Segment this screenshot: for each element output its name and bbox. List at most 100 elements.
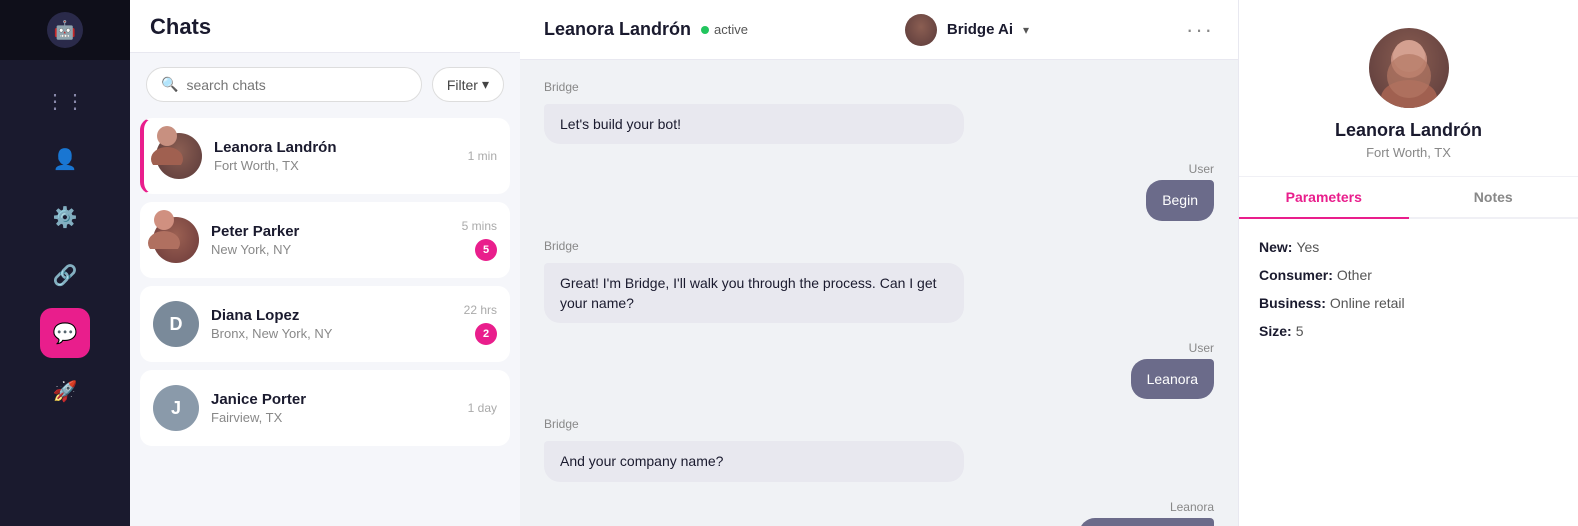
param-row-size: Size: 5 — [1259, 323, 1558, 339]
message-group-1: Bridge Let's build your bot! — [544, 80, 1214, 144]
message-sender-6: Leanora — [1170, 500, 1214, 514]
unread-badge-peter: 5 — [475, 239, 497, 261]
page-title: Chats — [150, 14, 500, 40]
chat-location-janice: Fairview, TX — [211, 410, 456, 425]
chat-location-diana: Bronx, New York, NY — [211, 326, 452, 341]
message-sender-5: Bridge — [544, 417, 1214, 431]
conversation-header: Leanora Landrón active Bridge Ai ▾ ··· — [520, 0, 1238, 60]
sidebar-item-grid[interactable]: ⋮⋮ — [40, 76, 90, 126]
contact-profile: Leanora Landrón Fort Worth, TX — [1239, 0, 1578, 177]
conversation-contact-name: Leanora Landrón — [544, 19, 691, 40]
sidebar-item-launch[interactable]: 🚀 — [40, 366, 90, 416]
chat-location-leanora: Fort Worth, TX — [214, 158, 456, 173]
active-status: active — [701, 22, 748, 37]
chat-item-leanora[interactable]: Leanora Landrón Fort Worth, TX 1 min — [140, 118, 510, 194]
chat-info-leanora: Leanora Landrón Fort Worth, TX — [214, 139, 456, 173]
chat-meta-janice: 1 day — [468, 401, 497, 415]
search-input[interactable] — [186, 77, 406, 93]
grid-icon: ⋮⋮ — [45, 89, 85, 114]
chats-panel: Chats 🔍 Filter ▾ Leanora Landrón Fort Wo… — [130, 0, 520, 526]
param-key-consumer: Consumer: — [1259, 267, 1333, 283]
network-icon: 🔗 — [53, 263, 78, 288]
chat-item-diana[interactable]: D Diana Lopez Bronx, New York, NY 22 hrs… — [140, 286, 510, 362]
chat-time-leanora: 1 min — [468, 149, 497, 163]
message-bubble-6: Live Auctioneers — [1079, 518, 1214, 526]
app-logo-icon: 🤖 — [47, 12, 83, 48]
sidebar-item-contacts[interactable]: 👤 — [40, 134, 90, 184]
header-avatar — [905, 14, 937, 46]
main-content: Leanora Landrón active Bridge Ai ▾ ··· B… — [520, 0, 1238, 526]
conversation-title-area: Leanora Landrón active — [544, 19, 748, 40]
message-group-6: Leanora Live Auctioneers — [544, 500, 1214, 526]
message-sender-3: Bridge — [544, 239, 1214, 253]
chat-item-janice[interactable]: J Janice Porter Fairview, TX 1 day — [140, 370, 510, 446]
chevron-down-icon: ▾ — [482, 76, 489, 93]
message-group-4: User Leanora — [544, 341, 1214, 399]
header-chevron-icon: ▾ — [1023, 23, 1029, 37]
chats-header: Chats — [130, 0, 520, 53]
active-dot-icon — [701, 26, 709, 34]
sidebar-item-network[interactable]: 🔗 — [40, 250, 90, 300]
param-row-business: Business: Online retail — [1259, 295, 1558, 311]
chat-item-peter[interactable]: Peter Parker New York, NY 5 mins 5 — [140, 202, 510, 278]
message-sender-1: Bridge — [544, 80, 1214, 94]
param-row-consumer: Consumer: Other — [1259, 267, 1558, 283]
tab-notes[interactable]: Notes — [1409, 177, 1578, 217]
chats-toolbar: 🔍 Filter ▾ — [130, 53, 520, 112]
chat-meta-peter: 5 mins 5 — [462, 219, 497, 261]
chat-icon: 💬 — [53, 321, 78, 346]
avatar-diana: D — [153, 301, 199, 347]
contact-avatar — [1369, 28, 1449, 108]
param-key-new: New: — [1259, 239, 1292, 255]
param-row-new: New: Yes — [1259, 239, 1558, 255]
chat-meta-diana: 22 hrs 2 — [464, 303, 497, 345]
message-sender-2: User — [1189, 162, 1214, 176]
chat-info-peter: Peter Parker New York, NY — [211, 223, 450, 257]
chat-info-janice: Janice Porter Fairview, TX — [211, 391, 456, 425]
header-user-name: Bridge Ai — [947, 21, 1013, 38]
chat-time-diana: 22 hrs — [464, 303, 497, 317]
message-bubble-5: And your company name? — [544, 441, 964, 481]
rocket-icon: 🚀 — [53, 379, 78, 404]
search-icon: 🔍 — [161, 76, 178, 93]
chat-time-janice: 1 day — [468, 401, 497, 415]
sidebar-logo-area: 🤖 — [0, 0, 130, 60]
search-box[interactable]: 🔍 — [146, 67, 422, 102]
message-bubble-4: Leanora — [1131, 359, 1214, 399]
chat-info-diana: Diana Lopez Bronx, New York, NY — [211, 307, 452, 341]
filter-label: Filter — [447, 77, 478, 93]
chat-name-janice: Janice Porter — [211, 391, 456, 408]
right-panel: Leanora Landrón Fort Worth, TX Parameter… — [1238, 0, 1578, 526]
more-options-button[interactable]: ··· — [1186, 17, 1214, 43]
param-key-size: Size: — [1259, 323, 1292, 339]
contact-name: Leanora Landrón — [1335, 120, 1482, 141]
filter-button[interactable]: Filter ▾ — [432, 67, 504, 102]
param-val-size: 5 — [1296, 323, 1304, 339]
chat-name-leanora: Leanora Landrón — [214, 139, 456, 156]
message-group-5: Bridge And your company name? — [544, 417, 1214, 481]
contact-location: Fort Worth, TX — [1366, 145, 1451, 160]
message-bubble-2: Begin — [1146, 180, 1214, 220]
parameters-panel: New: Yes Consumer: Other Business: Onlin… — [1239, 219, 1578, 526]
sidebar-item-settings[interactable]: ⚙️ — [40, 192, 90, 242]
message-group-3: Bridge Great! I'm Bridge, I'll walk you … — [544, 239, 1214, 324]
chat-name-diana: Diana Lopez — [211, 307, 452, 324]
message-bubble-1: Let's build your bot! — [544, 104, 964, 144]
header-user-area[interactable]: Bridge Ai ▾ — [905, 14, 1029, 46]
tab-parameters[interactable]: Parameters — [1239, 177, 1409, 219]
chat-time-peter: 5 mins — [462, 219, 497, 233]
chat-meta-leanora: 1 min — [468, 149, 497, 163]
messages-area: Bridge Let's build your bot! User Begin … — [520, 60, 1238, 526]
avatar-janice: J — [153, 385, 199, 431]
param-val-new: Yes — [1296, 239, 1319, 255]
param-val-consumer: Other — [1337, 267, 1372, 283]
avatar-leanora — [156, 133, 202, 179]
active-label: active — [714, 22, 748, 37]
message-bubble-3: Great! I'm Bridge, I'll walk you through… — [544, 263, 964, 324]
param-key-business: Business: — [1259, 295, 1326, 311]
sidebar: 🤖 ⋮⋮ 👤 ⚙️ 🔗 💬 🚀 — [0, 0, 130, 526]
unread-badge-diana: 2 — [475, 323, 497, 345]
avatar-peter — [153, 217, 199, 263]
sidebar-item-chats[interactable]: 💬 — [40, 308, 90, 358]
message-group-2: User Begin — [544, 162, 1214, 220]
